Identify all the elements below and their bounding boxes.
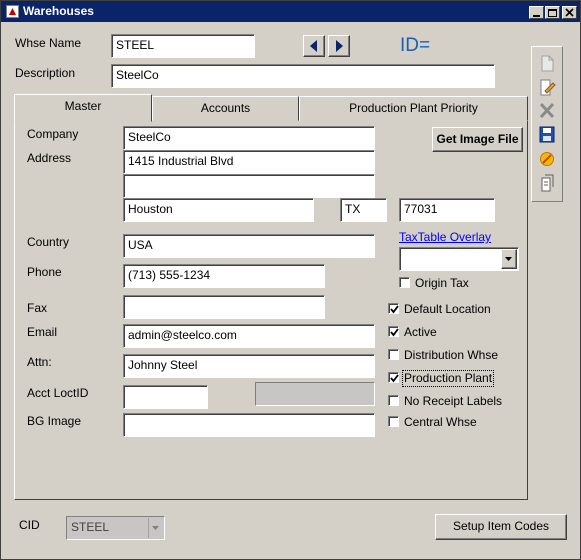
address2-input[interactable] <box>123 174 375 198</box>
origin-tax-checkbox[interactable]: Origin Tax <box>399 276 519 292</box>
state-input[interactable]: TX <box>340 198 387 222</box>
minimize-button[interactable] <box>529 6 544 19</box>
no-receipt-labels-label: No Receipt Labels <box>404 394 503 408</box>
no-receipt-labels-checkbox-box[interactable] <box>388 395 399 406</box>
phone-input[interactable]: (713) 555-1234 <box>123 264 325 288</box>
default-location-checkbox[interactable]: Default Location <box>388 302 528 318</box>
title-bar: Warehouses <box>1 1 580 22</box>
email-label: Email <box>27 325 58 339</box>
tab-master[interactable]: Master <box>14 94 152 122</box>
tab-master-label: Master <box>64 99 102 113</box>
get-image-file-button[interactable]: Get Image File <box>432 127 523 152</box>
description-label: Description <box>15 66 76 80</box>
distribution-whse-label: Distribution Whse <box>404 348 499 362</box>
production-plant-checkbox-box[interactable] <box>388 372 399 383</box>
id-label: ID= <box>400 35 431 56</box>
email-input[interactable]: admin@steelco.com <box>123 324 375 348</box>
whse-name-label: Whse Name <box>15 36 82 50</box>
distribution-whse-checkbox-box[interactable] <box>388 349 399 360</box>
default-location-label: Default Location <box>404 302 491 316</box>
central-whse-label: Central Whse <box>404 415 477 429</box>
acct-loct-id-label: Acct LoctID <box>27 386 89 400</box>
description-input[interactable]: SteelCo <box>111 64 495 88</box>
copy-button[interactable] <box>536 173 558 193</box>
new-button[interactable] <box>536 53 558 73</box>
window-title: Warehouses <box>23 4 94 18</box>
edit-icon <box>540 79 556 96</box>
record-toolbar <box>531 46 563 202</box>
cid-label: CID <box>19 518 40 532</box>
delete-button[interactable] <box>536 101 558 121</box>
arrow-right-icon <box>336 40 343 52</box>
production-plant-checkbox[interactable]: Production Plant <box>388 370 528 387</box>
zip-input[interactable]: 77031 <box>399 198 495 222</box>
attn-label: Attn: <box>27 355 52 369</box>
bg-image-label: BG Image <box>27 414 82 428</box>
save-button[interactable] <box>536 125 558 145</box>
close-button[interactable] <box>562 6 577 19</box>
company-input[interactable]: SteelCo <box>123 126 375 150</box>
whse-name-input[interactable]: STEEL <box>111 34 255 58</box>
arrow-left-icon <box>310 40 317 52</box>
company-label: Company <box>27 127 79 141</box>
origin-tax-label: Origin Tax <box>415 276 469 290</box>
country-input[interactable]: USA <box>123 234 375 258</box>
central-whse-checkbox[interactable]: Central Whse <box>388 415 528 431</box>
new-doc-icon <box>541 55 554 72</box>
acct-loct-description-field <box>255 382 375 406</box>
app-icon <box>6 5 19 18</box>
tab-accounts[interactable]: Accounts <box>152 96 299 121</box>
taxtable-dropdown-button[interactable] <box>501 249 517 269</box>
active-checkbox[interactable]: Active <box>388 325 528 341</box>
delete-icon <box>539 102 555 119</box>
maximize-button[interactable] <box>545 6 560 19</box>
cid-value: STEEL <box>71 520 110 534</box>
copy-icon <box>541 174 554 192</box>
save-icon <box>539 126 555 143</box>
cancel-icon <box>540 152 554 166</box>
distribution-whse-checkbox[interactable]: Distribution Whse <box>388 348 528 364</box>
tab-accounts-label: Accounts <box>200 101 251 115</box>
cancel-button[interactable] <box>536 149 558 169</box>
fax-label: Fax <box>27 301 48 315</box>
address1-input[interactable]: 1415 Industrial Blvd <box>123 150 375 174</box>
tab-production-plant-priority[interactable]: Production Plant Priority <box>299 96 528 121</box>
central-whse-checkbox-box[interactable] <box>388 416 399 427</box>
active-checkbox-box[interactable] <box>388 326 399 337</box>
production-plant-label: Production Plant <box>402 370 495 387</box>
city-input[interactable]: Houston <box>123 198 314 222</box>
taxtable-overlay-link[interactable]: TaxTable Overlay <box>399 230 491 245</box>
chevron-down-icon <box>505 257 512 261</box>
setup-item-codes-button[interactable]: Setup Item Codes <box>435 514 567 540</box>
active-label: Active <box>404 325 437 339</box>
previous-record-button[interactable] <box>303 35 325 57</box>
acct-loct-id-input[interactable] <box>123 385 208 409</box>
next-record-button[interactable] <box>328 35 350 57</box>
tab-production-plant-priority-label: Production Plant Priority <box>349 101 478 115</box>
fax-input[interactable] <box>123 295 325 319</box>
bg-image-input[interactable] <box>123 413 375 437</box>
attn-input[interactable]: Johnny Steel <box>123 354 375 378</box>
origin-tax-checkbox-box[interactable] <box>399 277 410 288</box>
chevron-down-icon <box>152 526 159 530</box>
cid-dropdown-button <box>148 518 163 538</box>
no-receipt-labels-checkbox[interactable]: No Receipt Labels <box>388 394 528 410</box>
address-label: Address <box>27 151 72 165</box>
default-location-checkbox-box[interactable] <box>388 303 399 314</box>
edit-button[interactable] <box>536 77 558 97</box>
country-label: Country <box>27 235 70 249</box>
phone-label: Phone <box>27 265 62 279</box>
